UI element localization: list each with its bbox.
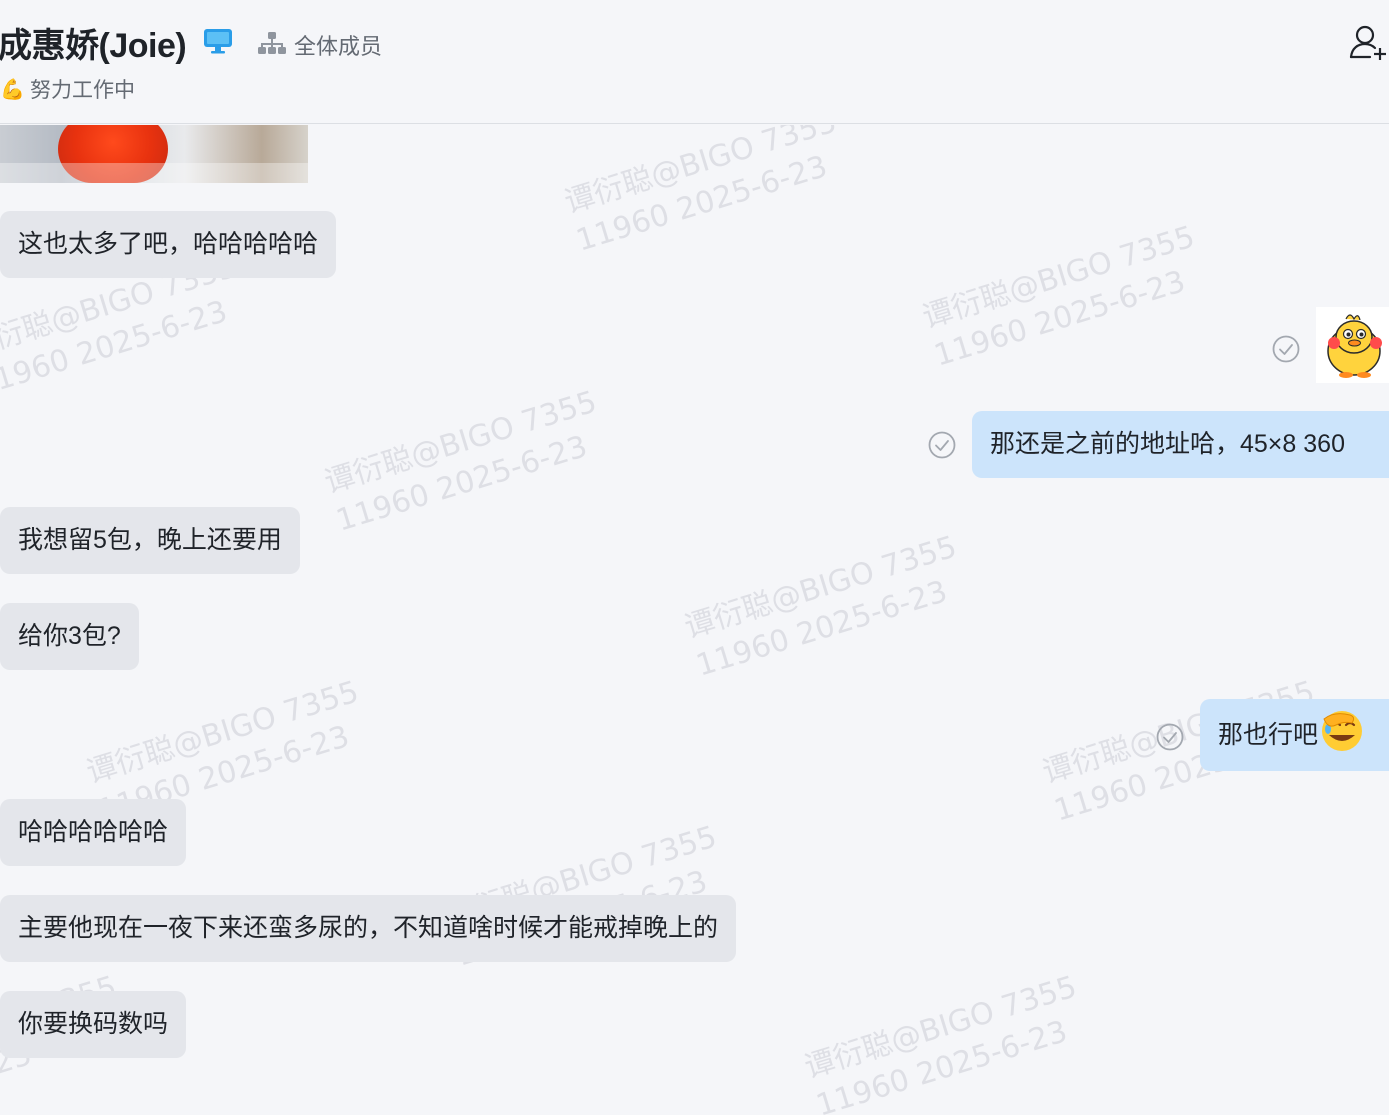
message-list[interactable]: 谭衍聪@BIGO 735511960 2025-6-23 谭衍聪@BIGO 73… <box>0 125 1389 1115</box>
message-bubble-incoming[interactable]: 这也太多了吧，哈哈哈哈哈 <box>0 211 337 278</box>
read-check-icon <box>928 431 956 459</box>
message-text: 那也行吧 <box>1218 721 1319 749</box>
watermark: 谭衍聪@BIGO 735511960 2025-6-23 <box>560 125 841 259</box>
message-bubble-outgoing[interactable]: 那还是之前的地址哈，45×8 360 <box>972 411 1389 478</box>
read-check-icon <box>1156 723 1184 751</box>
status-text: 努力工作中 <box>30 79 135 102</box>
message-bubble-incoming[interactable]: 我想留5包，晚上还要用 <box>0 507 300 574</box>
read-check-icon <box>1272 335 1300 363</box>
chat-header: 成惠娇(Joie) 全体成员 💪 努力工作中 <box>0 0 1389 124</box>
message-bubble-incoming[interactable]: 主要他现在一夜下来还蛮多尿的，不知道啥时候才能戒掉晚上的 <box>0 895 737 962</box>
monitor-icon <box>204 29 232 54</box>
status-line: 💪 努力工作中 <box>0 74 135 104</box>
watermark: 谭衍聪@BIGO 735511960 2025-6-23 <box>320 384 601 539</box>
watermark: 谭衍聪@BIGO 735511960 2025-6-23 <box>918 219 1199 374</box>
org-chart-icon[interactable] <box>258 31 286 55</box>
watermark: 谭衍聪@BIGO 735511960 2025-6-23 <box>680 529 961 684</box>
facepalm-laugh-emoji <box>1322 711 1363 751</box>
message-bubble-incoming[interactable]: 给你3包? <box>0 603 139 670</box>
watermark: 谭衍聪@BIGO 735511960 2025-6-23 <box>800 969 1081 1115</box>
org-label[interactable]: 全体成员 <box>294 29 382 61</box>
duck-sticker[interactable] <box>1316 307 1389 383</box>
image-message[interactable] <box>0 125 308 183</box>
message-bubble-outgoing[interactable]: 那也行吧 <box>1200 699 1389 771</box>
message-bubble-incoming[interactable]: 你要换码数吗 <box>0 991 187 1058</box>
add-member-icon[interactable] <box>1348 24 1388 60</box>
contact-name[interactable]: 成惠娇(Joie) <box>0 18 187 67</box>
flexed-biceps-icon: 💪 <box>0 78 25 101</box>
message-bubble-incoming[interactable]: 哈哈哈哈哈哈 <box>0 799 187 866</box>
